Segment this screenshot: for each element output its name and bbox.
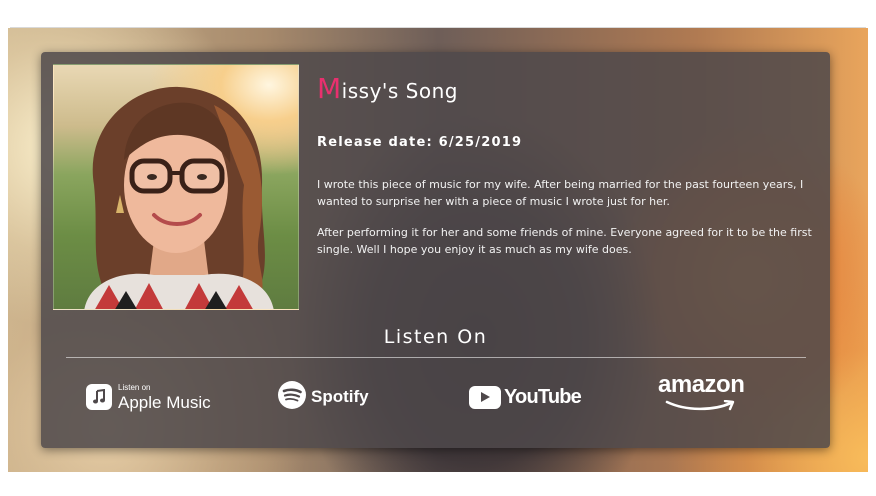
youtube-label: YouTube <box>504 385 582 408</box>
song-title-initial: M <box>317 72 342 105</box>
apple-music-link[interactable]: Listen on Apple Music <box>86 372 211 422</box>
description-paragraph: I wrote this piece of music for my wife.… <box>317 178 804 208</box>
youtube-link[interactable]: YouTube <box>469 372 582 422</box>
listen-divider <box>66 357 806 358</box>
spotify-link[interactable]: Spotify <box>277 372 369 422</box>
amazon-label: amazon <box>658 370 745 398</box>
artist-photo <box>53 64 299 310</box>
streaming-services: Listen on Apple Music Spotify YouTube am… <box>41 372 830 422</box>
song-card: Missy's Song Release date: 6/25/2019 I w… <box>41 52 830 448</box>
amazon-smile-icon <box>661 397 741 416</box>
spotify-icon <box>277 380 307 414</box>
youtube-play-icon <box>469 385 501 409</box>
release-date: Release date: 6/25/2019 <box>317 135 523 150</box>
song-title-rest: issy's Song <box>341 79 458 103</box>
apple-music-small-label: Listen on <box>118 382 151 392</box>
listen-on-heading: Listen On <box>383 326 488 348</box>
description-paragraph: After performing it for her and some fri… <box>317 226 812 256</box>
song-description: I wrote this piece of music for my wife.… <box>317 176 817 272</box>
spotify-label: Spotify <box>311 387 369 406</box>
song-title: Missy's Song <box>317 72 458 105</box>
apple-music-label: Apple Music <box>118 392 211 412</box>
amazon-link[interactable]: amazon <box>658 370 745 422</box>
apple-music-icon <box>86 384 112 410</box>
